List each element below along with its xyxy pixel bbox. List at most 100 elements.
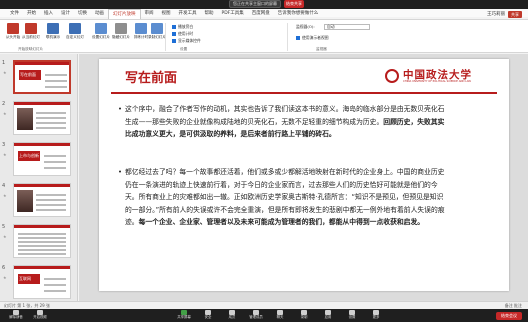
logo-seal-icon (385, 69, 399, 83)
powerpoint-window: 文件 开始 插入 设计 切换 动画 幻灯片放映 审阅 视图 开发工具 帮助 PDF工具集 百度网盘 告诉我… (0, 9, 528, 309)
security-button[interactable]: 安全 (196, 310, 220, 320)
divider (165, 23, 166, 51)
record-label: 录制 (300, 315, 308, 319)
thumbnail-number: 6 (2, 265, 6, 271)
video-button[interactable]: 开启视频 (28, 310, 52, 320)
tab-0[interactable]: 文件 (6, 9, 23, 19)
ribbon-button-label: 隐藏幻灯片 (112, 35, 130, 39)
chat-label: 聊天 (276, 315, 284, 319)
tab-8[interactable]: 视图 (158, 9, 175, 19)
slide-thumbnail[interactable]: 互联网 (13, 265, 71, 299)
tab-7[interactable]: 审阅 (141, 9, 158, 19)
participants-button[interactable]: 成员 (220, 310, 244, 320)
ribbon-button-label: 联机演示 (45, 35, 61, 39)
checkbox-2[interactable]: 显示媒体控件 (172, 38, 201, 44)
tab-12[interactable]: 百度网盘 (248, 9, 274, 19)
thumb-header-bar (15, 62, 69, 65)
tab-13[interactable]: 告诉我你想要做什么 (274, 9, 323, 19)
tab-10[interactable]: 帮助 (201, 9, 218, 19)
ribbon-button-label: 设置幻灯片 (92, 35, 110, 39)
ribbon-button-3[interactable]: 自定义幻灯 (66, 23, 84, 39)
checkbox-1[interactable]: 使用计时 (172, 31, 193, 37)
user-area: 王巧莉丽 共享 (487, 10, 522, 18)
more-button[interactable]: 更多 (364, 310, 388, 320)
thumbnail-row[interactable]: 5 ★ (0, 222, 77, 263)
ribbon-button-0[interactable]: 从头开始 (4, 23, 22, 39)
settings-label: 设置 (348, 315, 356, 319)
apps-button[interactable]: 应用 (316, 310, 340, 320)
group-label-setup: 设置 (180, 47, 188, 51)
slide-thumbnail[interactable] (13, 183, 71, 217)
slide[interactable]: 写在前面 中国政法大学 CHINA UNIVERSITY OF POLITICA… (99, 59, 509, 291)
thumb-text-line (44, 155, 66, 157)
tab-5[interactable]: 动画 (91, 9, 108, 19)
share-screen-button[interactable]: 共享屏幕 (172, 310, 196, 320)
tab-1[interactable]: 开始 (23, 9, 40, 19)
thumb-text-line (44, 161, 66, 163)
thumbnail-row[interactable]: 4 ★ (0, 181, 77, 222)
slide-thumbnail[interactable]: 写在前面 (13, 60, 71, 94)
ribbon-button-5[interactable]: 隐藏幻灯片 (112, 23, 130, 39)
thumb-text-line (18, 245, 66, 247)
mute-button[interactable]: 解除静音 (4, 310, 28, 320)
checkbox-label: 显示媒体控件 (178, 38, 201, 43)
thumbnail-row[interactable]: 6 ★ 互联网 (0, 263, 77, 301)
tab-2[interactable]: 插入 (40, 9, 57, 19)
manage-members-button[interactable]: 管理成员 (244, 310, 268, 320)
thumb-photo (17, 108, 33, 130)
slide-thumbnail[interactable]: 上市与创新 (13, 142, 71, 176)
slide-thumbnails-panel[interactable]: 1 ★ 写在前面 2 ★ 3 ★ 上市与创新 4 ★ 5 ★ 6 ★ 互联网 (0, 54, 78, 301)
tab-11[interactable]: PDF工具集 (218, 9, 248, 19)
slide-thumbnail[interactable] (13, 224, 71, 258)
ribbon-button-label: 从当前幻灯 (22, 35, 40, 39)
checkbox-0[interactable]: 播放旁白 (172, 24, 193, 30)
star-icon: ★ (3, 70, 7, 75)
thumb-header-bar (14, 143, 70, 146)
thumb-text-line (36, 209, 66, 211)
slideshow-icon (25, 23, 37, 34)
logo-english: CHINA UNIVERSITY OF POLITICAL SCIENCE AN… (403, 80, 471, 83)
thumbnail-row[interactable]: 1 ★ 写在前面 (0, 58, 77, 99)
settings-button[interactable]: 设置 (340, 310, 364, 320)
ribbon-tabs: 文件 开始 插入 设计 切换 动画 幻灯片放映 审阅 视图 开发工具 帮助 PDF工具集 百度网盘 告诉我… (0, 9, 420, 19)
thumbnail-row[interactable]: 3 ★ 上市与创新 (0, 140, 77, 181)
thumb-header-bar (14, 266, 70, 269)
tab-9[interactable]: 开发工具 (175, 9, 201, 19)
slide-canvas: 写在前面 中国政法大学 CHINA UNIVERSITY OF POLITICA… (79, 54, 528, 301)
chat-button[interactable]: 聊天 (268, 310, 292, 320)
slideshow-icon (47, 23, 59, 34)
meeting-toolbar: 解除静音 开启视频 共享屏幕 安全 成员 管理成员 聊天 录制 应用 设置 更多 结束会议 (0, 309, 528, 322)
end-meeting-button[interactable]: 结束会议 (496, 312, 522, 320)
header-rule (111, 92, 497, 94)
ribbon-button-2[interactable]: 联机演示 (44, 23, 62, 39)
monitor-select[interactable]: 自动 (324, 24, 370, 30)
presenter-view-label: 使用演示者视图 (302, 35, 329, 40)
thumb-text-line (45, 86, 67, 88)
thumbnail-number: 5 (2, 224, 6, 230)
ribbon-button-4[interactable]: 设置幻灯片 (92, 23, 110, 39)
star-icon: ★ (3, 275, 7, 280)
star-icon: ★ (3, 152, 7, 157)
tab-3[interactable]: 设计 (57, 9, 74, 19)
ribbon-button-7[interactable]: 录制幻灯片 (148, 23, 166, 39)
ribbon-button-1[interactable]: 从当前幻灯 (22, 23, 40, 39)
meeting-top-bar: 您正在共享主窗口的屏幕 结束共享 (0, 0, 528, 9)
thumb-text-line (18, 241, 66, 243)
thumbnail-row[interactable]: 2 ★ (0, 99, 77, 140)
star-icon: ★ (3, 193, 7, 198)
slideshow-icon (7, 23, 19, 34)
user-name[interactable]: 王巧莉丽 (487, 11, 505, 17)
thumb-title: 写在前面 (20, 72, 36, 77)
presenter-view-checkbox[interactable]: 使用演示者视图 (296, 35, 329, 41)
tab-4[interactable]: 切换 (74, 9, 91, 19)
stop-share-button[interactable]: 结束共享 (284, 0, 304, 8)
share-button[interactable]: 共享 (508, 10, 522, 18)
divider (287, 23, 288, 51)
tab-6[interactable]: 幻灯片放映 (108, 9, 141, 19)
ribbon-button-label: 录制幻灯片 (148, 35, 166, 39)
slideshow-icon (69, 23, 81, 34)
record-button[interactable]: 录制 (292, 310, 316, 320)
slideshow-icon (135, 23, 147, 34)
checkbox-label: 使用计时 (178, 31, 194, 36)
slide-thumbnail[interactable] (13, 101, 71, 135)
